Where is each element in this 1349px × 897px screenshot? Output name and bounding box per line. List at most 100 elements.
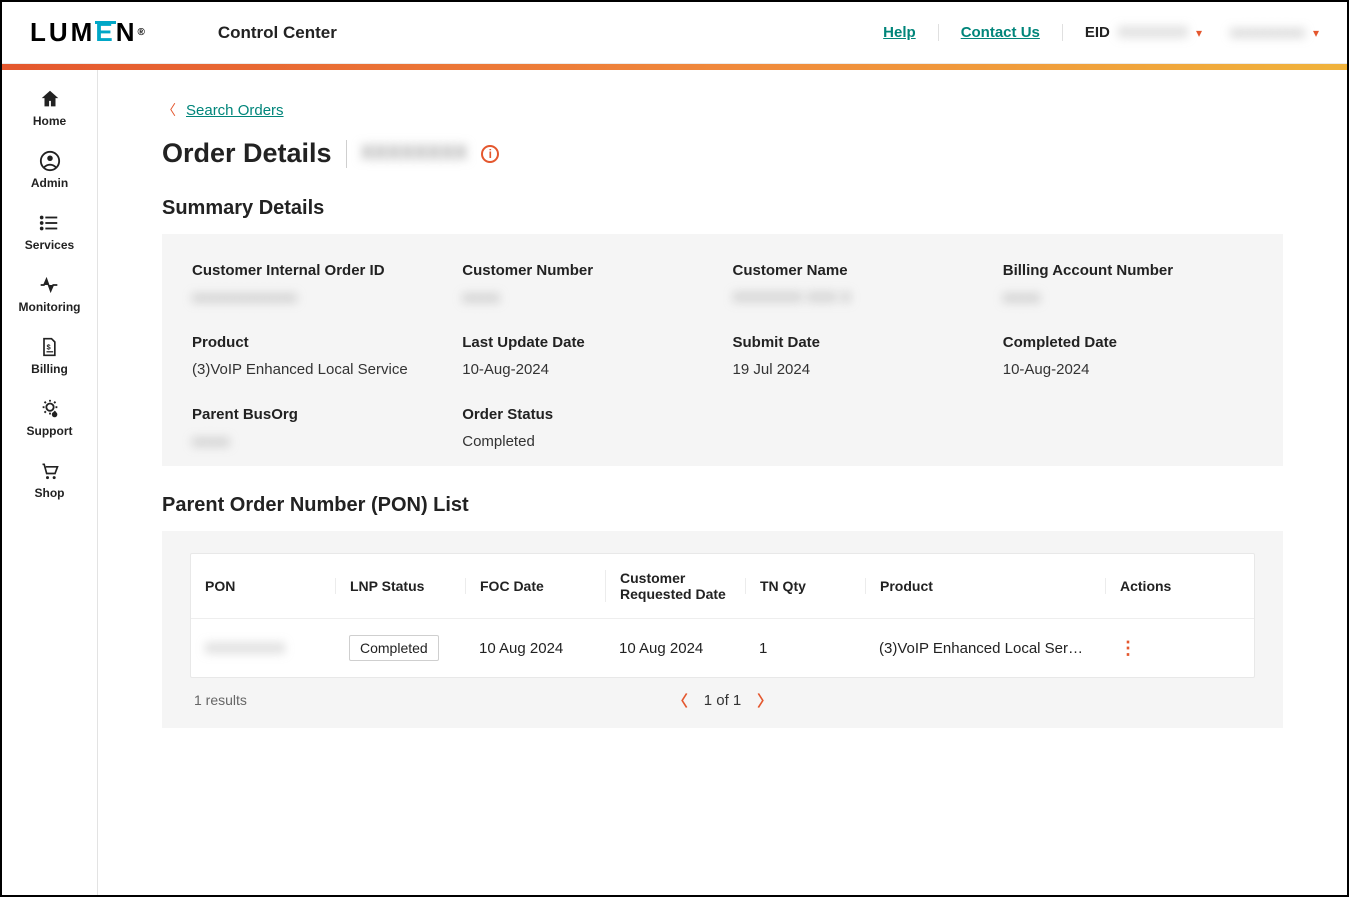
field-value: XXXXXXX XXX X [733,289,983,306]
summary-field: Order Status Completed [462,406,712,450]
pon-table-header: PON LNP Status FOC Date Customer Request… [191,554,1254,618]
cell-tn-qty: 1 [745,640,865,657]
lumen-logo: LUMEN® [30,17,148,48]
user-dropdown[interactable]: xxxxxxxxxx ▾ [1202,24,1319,41]
sidebar-item-services[interactable]: Services [25,212,74,252]
col-crd[interactable]: Customer Requested Date [605,570,745,602]
search-orders-link[interactable]: Search Orders [186,102,284,119]
summary-field: Completed Date 10-Aug-2024 [1003,334,1253,378]
home-icon [39,88,61,110]
col-tnqty[interactable]: TN Qty [745,578,865,594]
row-actions-menu[interactable]: ⋮ [1105,638,1225,659]
pager-next[interactable]: 〉 [757,690,772,711]
contact-us-link[interactable]: Contact Us [939,24,1063,41]
sidebar-item-billing[interactable]: $ Billing [31,336,68,376]
cell-product: (3)VoIP Enhanced Local Ser… [865,640,1105,657]
field-label: Product [192,334,442,351]
summary-field: Customer Number xxxxx [462,262,712,306]
field-label: Customer Number [462,262,712,279]
field-value: 10-Aug-2024 [462,361,712,378]
order-id: XXXXXXXX [361,142,468,165]
sidebar-item-label: Monitoring [19,300,81,314]
sidebar: Home Admin Services Monitoring $ Billing… [2,70,98,895]
svg-text:$: $ [47,343,52,352]
invoice-icon: $ [38,336,60,358]
status-badge: Completed [349,635,439,661]
field-value: xxxxxxxxxxxxxx [192,289,442,306]
title-divider [346,140,347,168]
summary-field: Product (3)VoIP Enhanced Local Service [192,334,442,378]
sidebar-item-label: Home [33,114,66,128]
field-label: Customer Name [733,262,983,279]
results-count: 1 results [194,692,247,708]
col-actions: Actions [1105,578,1225,594]
page-title: Order Details [162,138,332,169]
field-value: Completed [462,433,712,450]
sidebar-item-support[interactable]: Support [27,398,73,438]
eid-dropdown[interactable]: EID XXXXXXX ▾ [1063,24,1202,41]
app-title: Control Center [218,23,337,43]
sidebar-item-label: Services [25,238,74,252]
sidebar-item-admin[interactable]: Admin [31,150,68,190]
gear-user-icon [39,398,61,420]
sidebar-item-home[interactable]: Home [33,88,66,128]
field-value: xxxxx [462,289,712,306]
summary-field: Submit Date 19 Jul 2024 [733,334,983,378]
field-label: Billing Account Number [1003,262,1253,279]
field-value: 10-Aug-2024 [1003,361,1253,378]
cell-lnp-status: Completed [335,635,465,661]
cart-icon [39,460,61,482]
info-icon[interactable]: i [481,145,499,163]
field-label: Last Update Date [462,334,712,351]
cell-pon: XXXXXXXX [205,640,335,657]
eid-label: EID [1085,24,1110,41]
summary-field: Billing Account Number xxxxx [1003,262,1253,306]
sidebar-item-label: Shop [35,486,65,500]
sidebar-item-label: Billing [31,362,68,376]
col-product[interactable]: Product [865,578,1105,594]
user-name: xxxxxxxxxx [1230,24,1305,41]
field-value: xxxxx [1003,289,1253,306]
field-label: Customer Internal Order ID [192,262,442,279]
summary-field: Customer Name XXXXXXX XXX X [733,262,983,306]
chevron-left-icon: 〈 [162,100,176,120]
field-value: xxxxx [192,433,442,450]
field-label: Parent BusOrg [192,406,442,423]
field-value: 19 Jul 2024 [733,361,983,378]
cell-crd: 10 Aug 2024 [605,640,745,657]
summary-field: Last Update Date 10-Aug-2024 [462,334,712,378]
sidebar-item-label: Support [27,424,73,438]
summary-card: Customer Internal Order IDxxxxxxxxxxxxxx… [162,234,1283,466]
user-circle-icon [39,150,61,172]
list-icon [38,212,60,234]
field-label: Submit Date [733,334,983,351]
field-value: (3)VoIP Enhanced Local Service [192,361,442,378]
col-pon[interactable]: PON [205,578,335,594]
summary-field: Customer Internal Order ID xxxxxxxxxxxxxx [192,262,442,306]
chevron-down-icon: ▾ [1313,26,1319,40]
pager-prev[interactable]: 〈 [673,690,688,711]
sidebar-item-shop[interactable]: Shop [35,460,65,500]
summary-field: Parent BusOrg xxxxx [192,406,442,450]
table-row[interactable]: XXXXXXXX Completed 10 Aug 2024 10 Aug 20… [191,618,1254,677]
activity-icon [38,274,60,296]
help-link[interactable]: Help [861,24,939,41]
eid-value: XXXXXXX [1118,24,1188,41]
main-content: 〈 Search Orders Order Details XXXXXXXX i… [98,70,1347,895]
pon-table-footer: 1 results 〈 1 of 1 〉 [190,678,1255,710]
pon-card: PON LNP Status FOC Date Customer Request… [162,531,1283,728]
cell-foc-date: 10 Aug 2024 [465,640,605,657]
col-lnp[interactable]: LNP Status [335,578,465,594]
pon-table: PON LNP Status FOC Date Customer Request… [190,553,1255,678]
topbar: LUMEN® Control Center Help Contact Us EI… [2,2,1347,64]
pager: 〈 1 of 1 〉 [673,690,773,711]
pager-text: 1 of 1 [704,692,742,709]
field-label: Order Status [462,406,712,423]
sidebar-item-monitoring[interactable]: Monitoring [19,274,81,314]
summary-section-title: Summary Details [162,197,1283,220]
pon-section-title: Parent Order Number (PON) List [162,494,1283,517]
field-label: Completed Date [1003,334,1253,351]
sidebar-item-label: Admin [31,176,68,190]
breadcrumb: 〈 Search Orders [162,100,1283,120]
col-foc[interactable]: FOC Date [465,578,605,594]
